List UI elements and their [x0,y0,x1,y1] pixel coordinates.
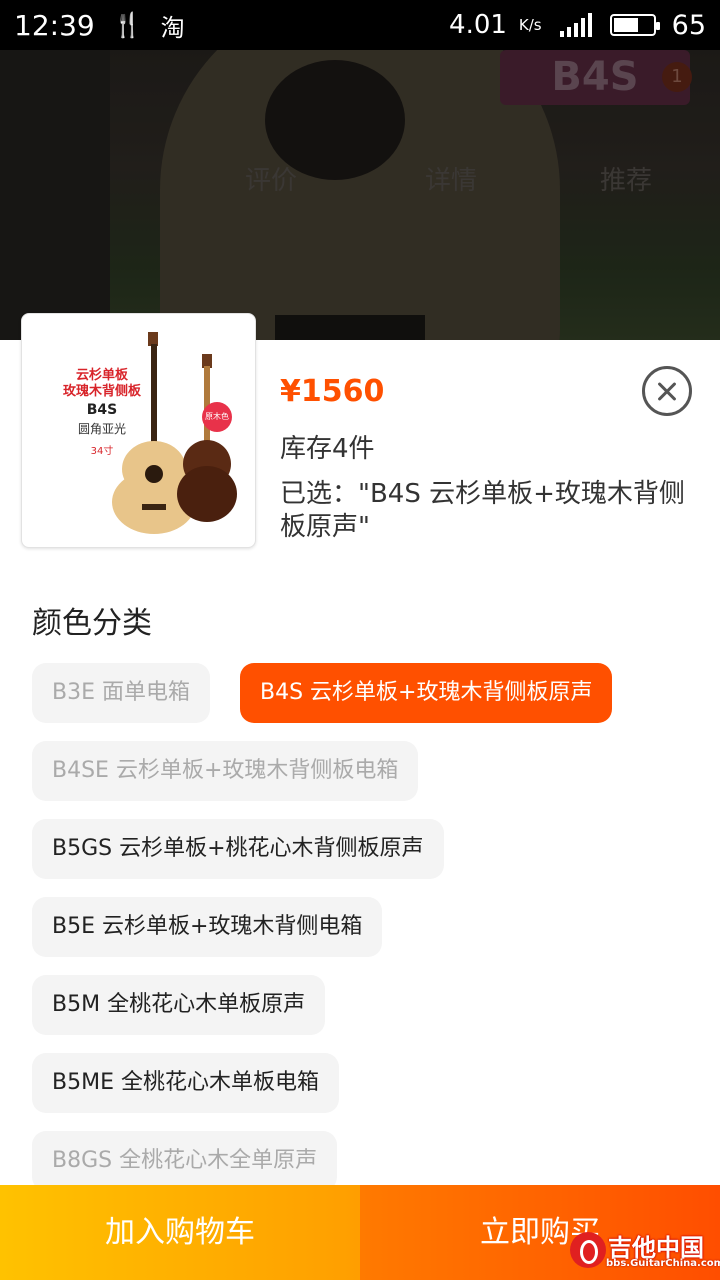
thumb-spec-back: 玫瑰木背侧板 [62,384,141,399]
variant-option-b3e[interactable]: B3E 面单电箱 [32,663,210,723]
variant-option-b5e[interactable]: B5E 云杉单板+玫瑰木背侧电箱 [32,897,383,957]
battery-percent: 65 [671,9,706,41]
thumb-color-badge: 原木色 [202,402,232,432]
taobao-notification-icon: 淘 [160,13,185,42]
utensils-icon: 🍴 [112,11,143,39]
variant-option-b4se[interactable]: B4SE 云杉单板+玫瑰木背侧板电箱 [32,741,419,801]
background-product-page: B4S 1 评价 详情 推荐 [0,50,720,340]
variant-option-b8gs[interactable]: B8GS 全桃花心木全单原声 [32,1131,338,1191]
guitar-logo-icon [570,1232,606,1268]
watermark: 吉他中国 bbs.GuitarChina.com [566,1228,720,1276]
thumb-spec-line: 云杉单板 玫瑰木背侧板 [42,368,162,400]
product-thumbnail[interactable]: 云杉单板 玫瑰木背侧板 B4S 圆角亚光 34寸 原木色 [21,313,256,548]
variant-option-b5m[interactable]: B5M 全桃花心木单板原声 [32,975,326,1035]
color-category-title: 颜色分类 [32,606,152,641]
variant-option-b4s[interactable]: B4S 云杉单板+玫瑰木背侧板原声 [240,663,613,723]
network-speed: 4.01 [449,10,507,40]
stock-count: 库存4件 [280,434,375,464]
watermark-url: bbs.GuitarChina.com [606,1258,720,1269]
thumb-model: B4S [86,402,118,418]
status-time: 12:39 [14,8,95,42]
variant-option-b5gs[interactable]: B5GS 云杉单板+桃花心木背侧板原声 [32,819,444,879]
product-price: ¥1560 [280,374,385,409]
dim-overlay[interactable] [0,50,720,340]
battery-icon [609,14,660,36]
status-bar: 12:39 🍴 淘 4.01 K/s 65 [0,0,720,50]
add-to-cart-button[interactable]: 加入购物车 [0,1185,360,1280]
thumb-finish: 圆角亚光 [77,422,126,436]
variant-option-b5me[interactable]: B5ME 全桃花心木单板电箱 [32,1053,339,1113]
thumb-spec-top: 云杉单板 [75,368,128,383]
selected-variant: 已选："B4S 云杉单板+玫瑰木背侧板原声" [280,479,685,542]
network-speed-unit: K/s [518,16,542,34]
signal-icon [559,13,592,37]
close-icon[interactable] [642,366,692,416]
thumb-size: 34寸 [90,446,114,457]
